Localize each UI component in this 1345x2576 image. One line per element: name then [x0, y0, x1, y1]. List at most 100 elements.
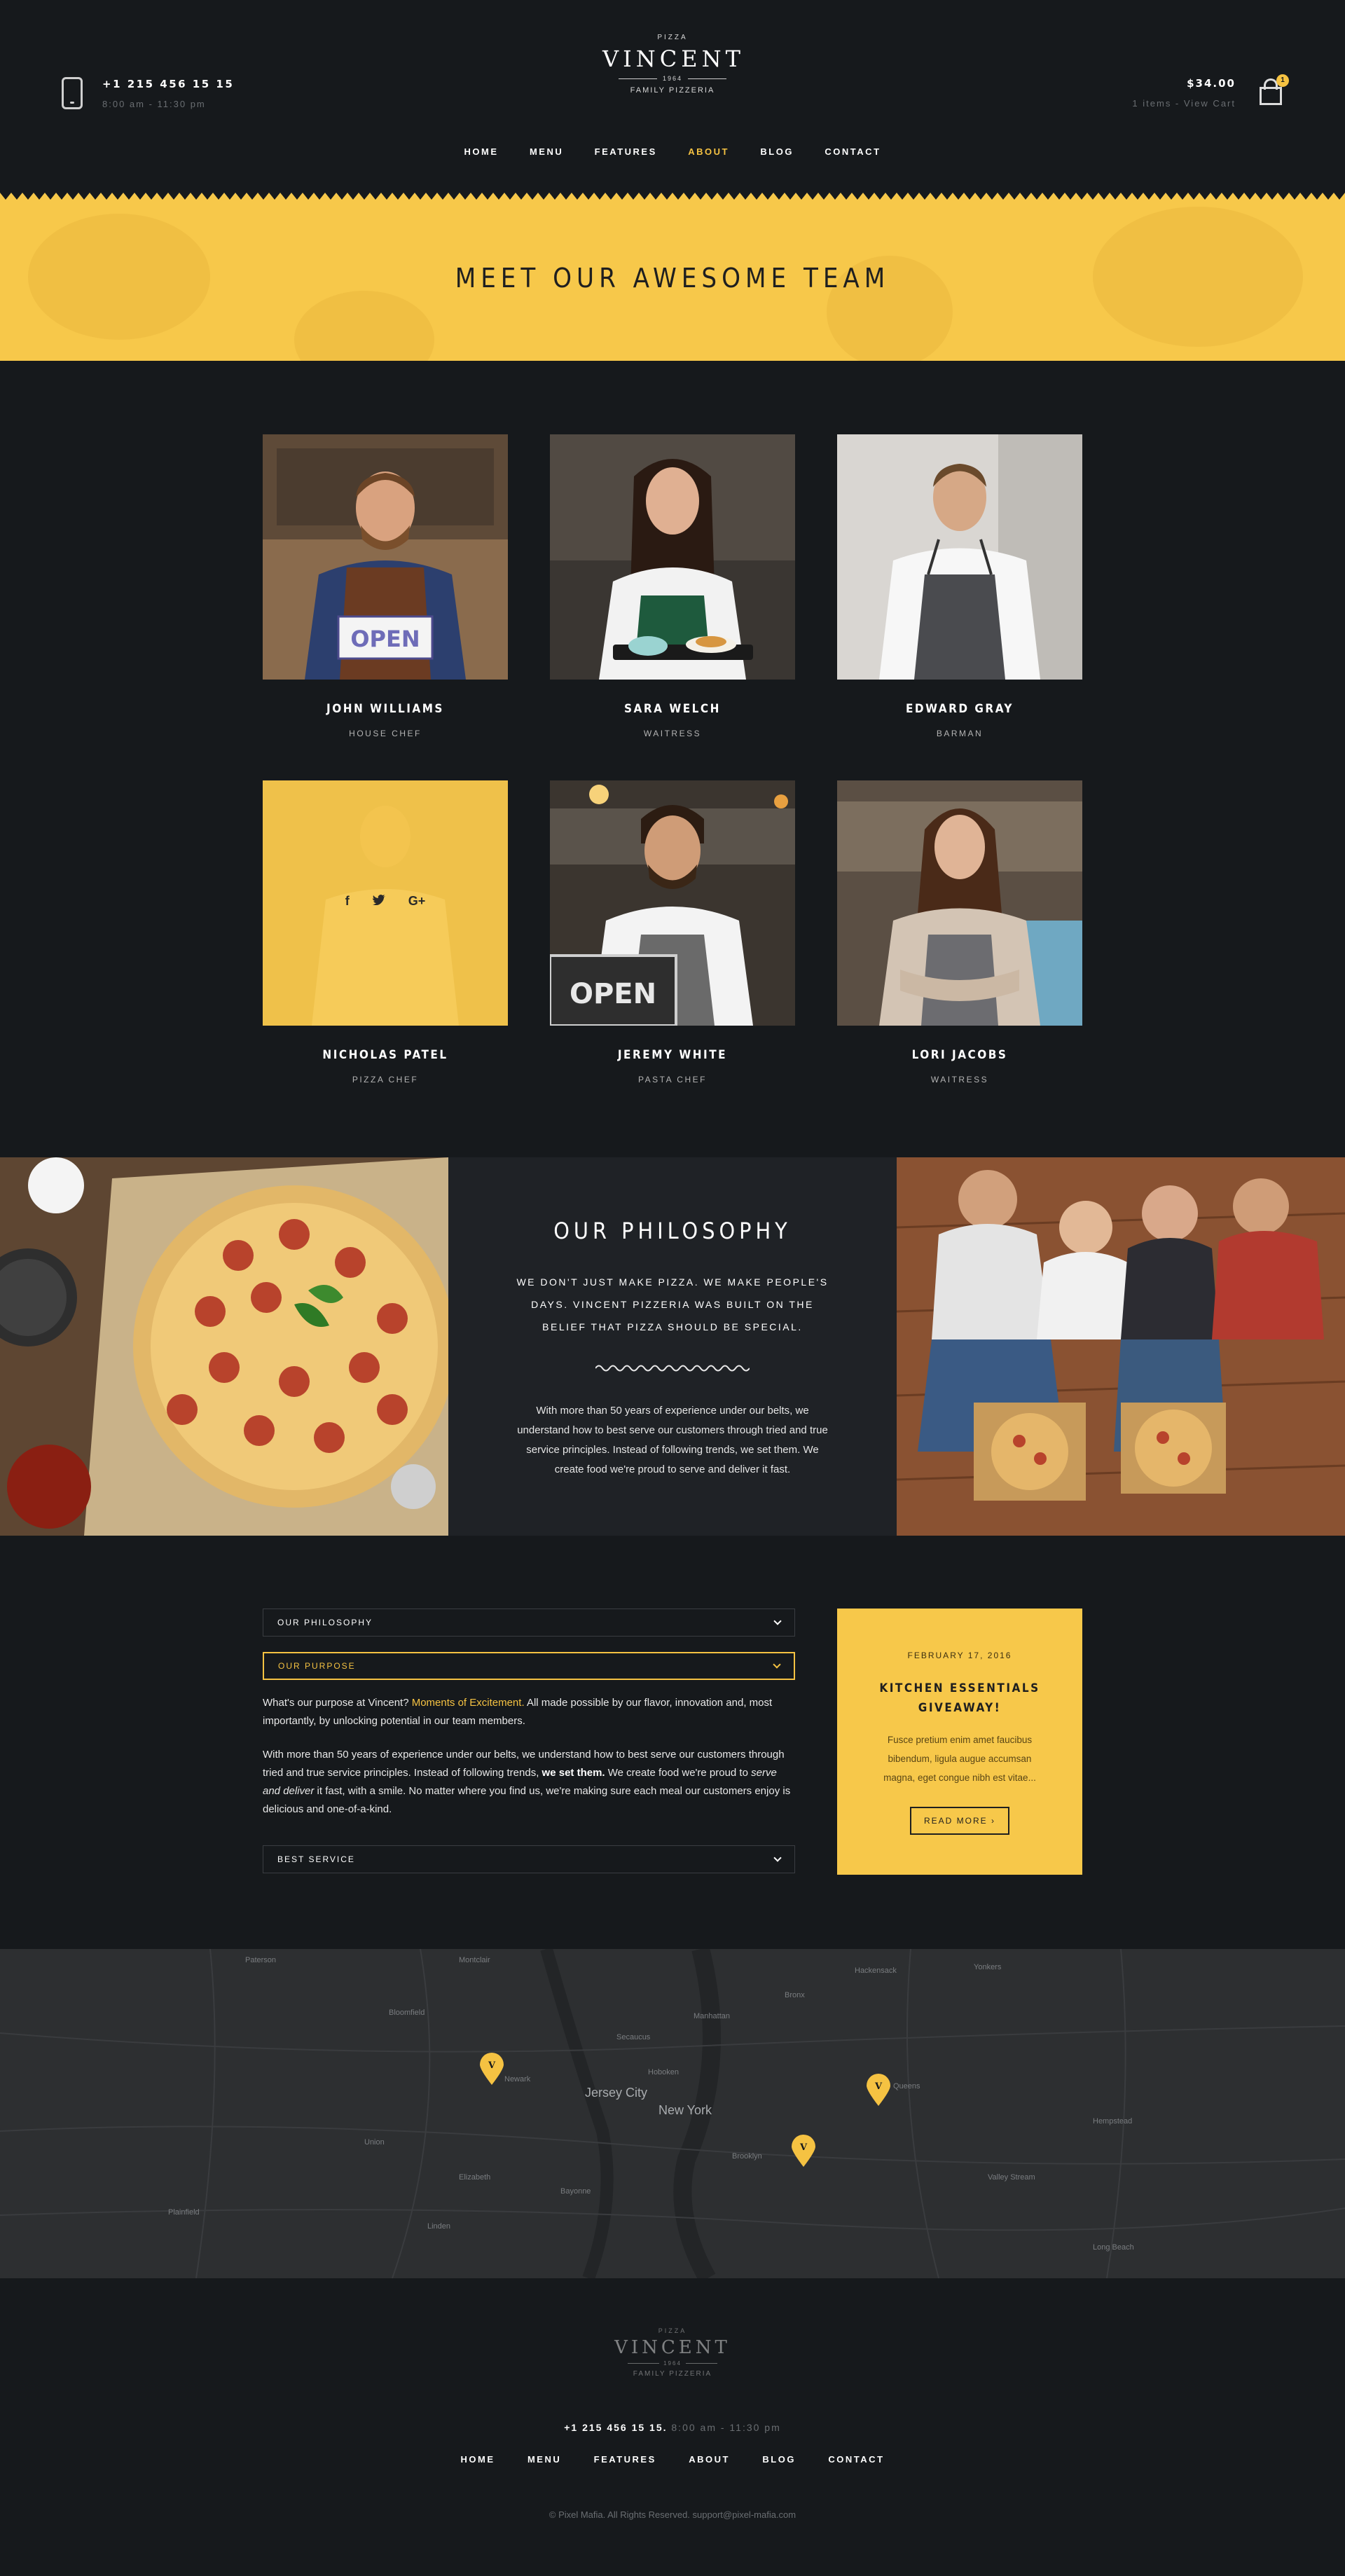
chevron-down-icon [773, 1660, 781, 1669]
footer-nav: HOME MENU FEATURES ABOUT BLOG CONTACT [0, 2453, 1345, 2466]
map-label: Newark [504, 2075, 531, 2083]
friends-eating-image [897, 1157, 1345, 1536]
purpose-paragraph-2: With more than 50 years of experience un… [263, 1749, 791, 1815]
map-label: Bloomfield [389, 2009, 425, 2017]
google-plus-icon[interactable]: G+ [408, 894, 426, 909]
member-role: WAITRESS [643, 729, 702, 738]
phone-contact[interactable]: +1 215 456 15 15 8:00 am - 11:30 pm [62, 77, 234, 109]
location-map[interactable]: Montclair Paterson Hackensack Newark Jer… [0, 1949, 1345, 2278]
main-nav: HOME MENU FEATURES ABOUT BLOG CONTACT [0, 146, 1345, 158]
philosophy-body: With more than 50 years of experience un… [517, 1405, 828, 1475]
philosophy-section: OUR PHILOSOPHY WE DON'T JUST MAKE PIZZA.… [0, 1157, 1345, 1536]
zigzag-divider [0, 193, 1345, 202]
team-member[interactable]: OPEN JEREMY WHITE PASTA CHEF [550, 780, 795, 1103]
nav-home[interactable]: HOME [464, 146, 498, 157]
location-pin-icon[interactable]: V [867, 2074, 890, 2106]
social-links: f G+ [263, 894, 508, 909]
accordion-label: OUR PHILOSOPHY [277, 1618, 373, 1627]
map-label: Paterson [245, 1956, 277, 1964]
map-label: Valley Stream [988, 2173, 1035, 2182]
facebook-icon[interactable]: f [345, 894, 350, 909]
post-date: FEBRUARY 17, 2016 [907, 1651, 1012, 1660]
nav-about[interactable]: ABOUT [688, 146, 729, 157]
nav-features[interactable]: FEATURES [595, 146, 657, 157]
page-title: MEET OUR AWESOME TEAM [455, 263, 890, 294]
member-role: WAITRESS [930, 1075, 989, 1084]
team-member[interactable]: SARA WELCH WAITRESS [550, 434, 795, 757]
purpose-paragraph-1: What's our purpose at Vincent? Moments o… [263, 1697, 773, 1727]
logo-tagline: FAMILY PIZZERIA [630, 86, 715, 95]
nav-blog[interactable]: BLOG [760, 146, 794, 157]
footer-phone[interactable]: +1 215 456 15 15. [564, 2422, 667, 2433]
read-more-button[interactable]: READ MORE › [909, 1807, 1010, 1835]
team-member[interactable]: LORI JACOBS WAITRESS [837, 780, 1082, 1103]
member-role: PASTA CHEF [638, 1075, 707, 1084]
map-label: Hackensack [855, 1967, 897, 1975]
basket-icon[interactable]: 1 [1258, 74, 1289, 105]
accordion-our-philosophy[interactable]: OUR PHILOSOPHY [263, 1609, 795, 1637]
footer-nav-features[interactable]: FEATURES [594, 2454, 656, 2465]
footer-nav-blog[interactable]: BLOG [762, 2454, 796, 2465]
footer-nav-contact[interactable]: CONTACT [828, 2454, 884, 2465]
member-name: LORI JACOBS [911, 1048, 1008, 1062]
member-name: SARA WELCH [624, 702, 721, 716]
team-member[interactable]: EDWARD GRAY BARMAN [837, 434, 1082, 757]
team-member[interactable]: OPEN JOHN WILLIAMS HOUSE CHEF [263, 434, 508, 757]
accordion-our-purpose[interactable]: OUR PURPOSE [263, 1652, 795, 1680]
member-photo[interactable] [837, 434, 1082, 680]
member-photo[interactable]: OPEN [550, 780, 795, 1026]
member-name: EDWARD GRAY [905, 702, 1014, 716]
member-name: JEREMY WHITE [617, 1048, 728, 1062]
location-pin-icon[interactable]: V [792, 2135, 815, 2167]
map-label: Hoboken [648, 2068, 680, 2076]
accordion-label: BEST SERVICE [277, 1854, 355, 1864]
member-name: JOHN WILLIAMS [326, 702, 444, 716]
highlight-link[interactable]: Moments of Excitement. [412, 1697, 525, 1709]
map-label: Bayonne [560, 2187, 591, 2196]
cart-items-link[interactable]: 1 items - View Cart [1132, 98, 1236, 109]
twitter-icon[interactable] [372, 894, 385, 909]
member-photo[interactable]: f G+ [263, 780, 508, 1026]
map-label: Hempstead [1093, 2117, 1133, 2126]
accordion-section: OUR PHILOSOPHY OUR PURPOSE What's our pu… [0, 1536, 1345, 1949]
member-name: NICHOLAS PATEL [322, 1048, 448, 1062]
map-label: Queens [893, 2082, 920, 2091]
philosophy-text-block: OUR PHILOSOPHY WE DON'T JUST MAKE PIZZA.… [448, 1157, 897, 1536]
phone-icon [62, 77, 83, 109]
map-label: Bronx [785, 1991, 805, 1999]
nav-contact[interactable]: CONTACT [825, 146, 881, 157]
member-role: PIZZA CHEF [352, 1075, 419, 1084]
map-label: Elizabeth [459, 2173, 491, 2182]
post-title[interactable]: KITCHEN ESSENTIALS GIVEAWAY! [876, 1679, 1044, 1718]
map-label: Brooklyn [732, 2152, 762, 2161]
map-label: Montclair [459, 1956, 490, 1964]
footer-nav-menu[interactable]: MENU [527, 2454, 561, 2465]
open-sign-text: OPEN [570, 978, 656, 1010]
logo-top-text: PIZZA [657, 34, 688, 41]
pizza-image [0, 1157, 448, 1536]
footer-nav-home[interactable]: HOME [460, 2454, 495, 2465]
map-label: Yonkers [974, 1963, 1002, 1971]
footer-logo[interactable]: PIZZA VINCENT 1964 FAMILY PIZZERIA [602, 2327, 743, 2378]
open-sign-text: OPEN [350, 626, 420, 652]
team-member[interactable]: f G+ NICHOLAS PATEL PIZZA CHEF [263, 780, 508, 1103]
cart-widget[interactable]: $34.00 1 items - View Cart 1 [1132, 74, 1289, 109]
map-label: Jersey City [585, 2086, 648, 2100]
chevron-down-icon [773, 1854, 782, 1862]
accordion-best-service[interactable]: BEST SERVICE [263, 1845, 795, 1873]
site-footer: PIZZA VINCENT 1964 FAMILY PIZZERIA +1 21… [0, 2278, 1345, 2576]
map-label: Linden [427, 2222, 451, 2231]
footer-contact: +1 215 456 15 15. 8:00 am - 11:30 pm [0, 2422, 1345, 2433]
site-header: +1 215 456 15 15 8:00 am - 11:30 pm PIZZ… [0, 0, 1345, 193]
member-photo[interactable] [837, 780, 1082, 1026]
phone-number[interactable]: +1 215 456 15 15 [102, 78, 234, 90]
footer-nav-about[interactable]: ABOUT [689, 2454, 730, 2465]
site-logo[interactable]: PIZZA VINCENT 1964 FAMILY PIZZERIA [602, 34, 743, 114]
map-label: Secaucus [616, 2033, 651, 2041]
location-pin-icon[interactable]: V [480, 2053, 504, 2085]
member-photo[interactable] [550, 434, 795, 680]
featured-post-card[interactable]: FEBRUARY 17, 2016 KITCHEN ESSENTIALS GIV… [837, 1609, 1082, 1875]
nav-menu[interactable]: MENU [530, 146, 563, 157]
member-photo[interactable]: OPEN [263, 434, 508, 680]
svg-text:V: V [799, 2142, 808, 2153]
